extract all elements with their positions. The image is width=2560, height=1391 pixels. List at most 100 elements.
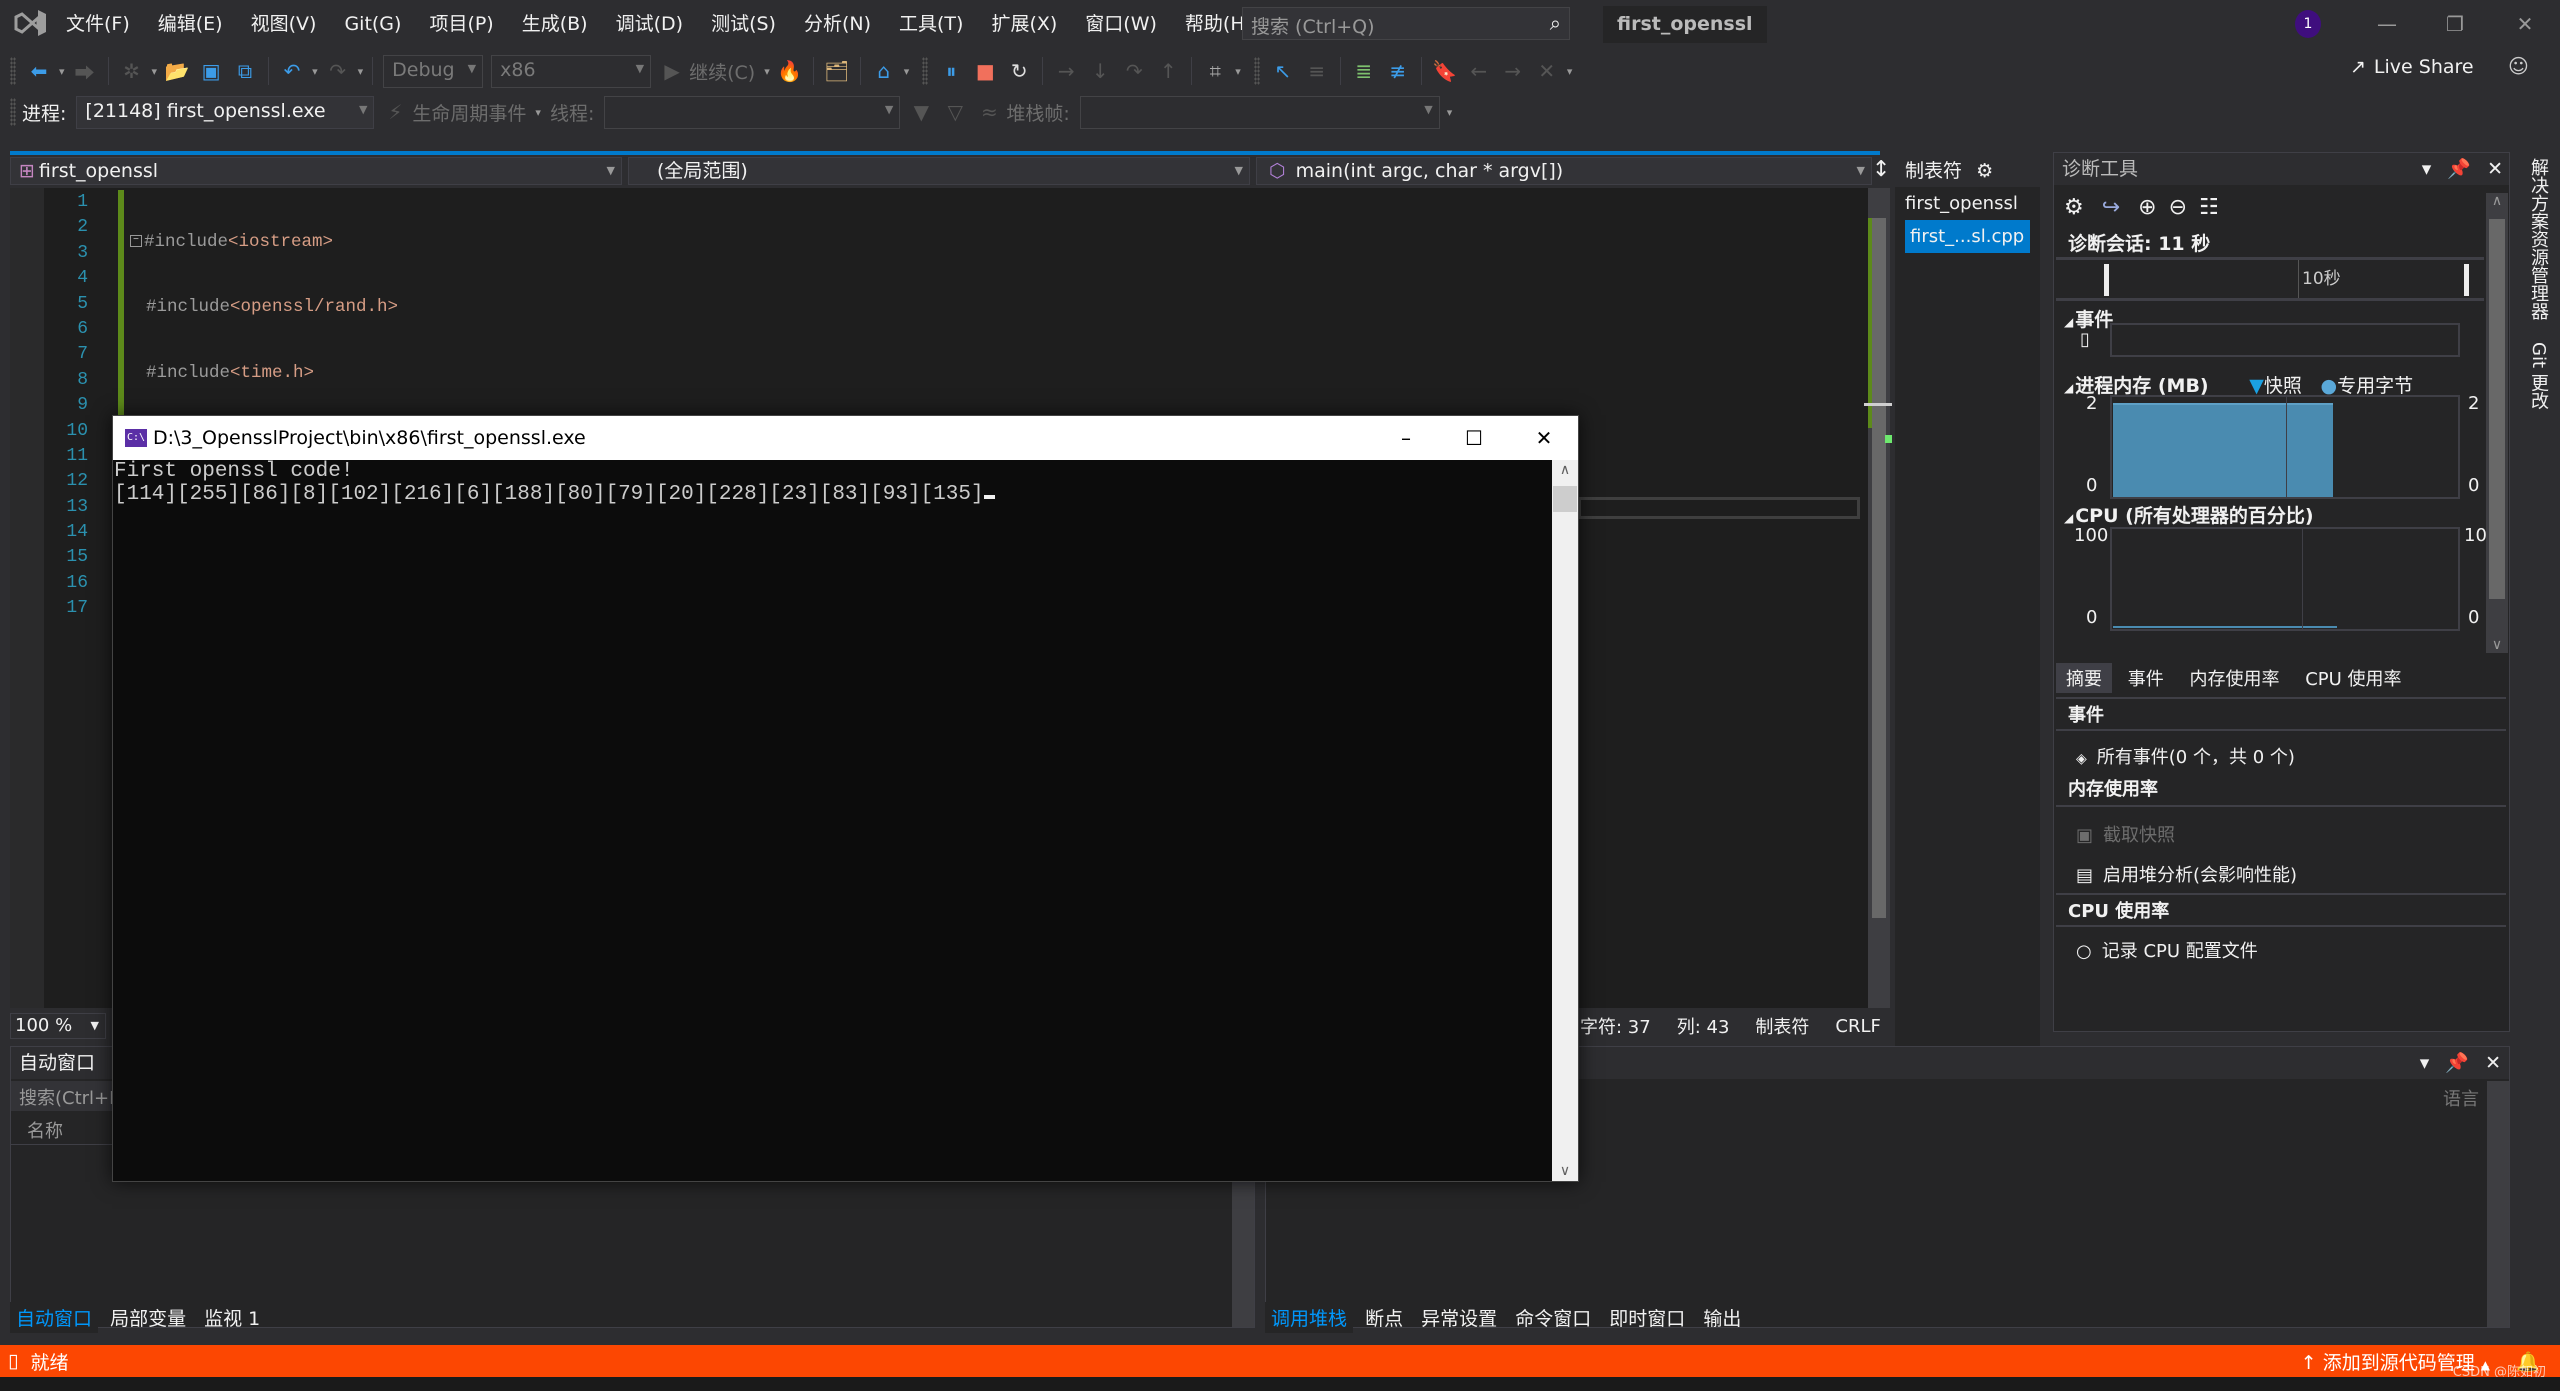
tab-exception-settings[interactable]: 异常设置 bbox=[1415, 1302, 1503, 1333]
tablist-item-file[interactable]: first_...sl.cpp bbox=[1905, 220, 2030, 253]
stack-frame-select[interactable]: ▼ bbox=[1079, 95, 1440, 129]
feedback-icon[interactable]: ☺ bbox=[2508, 54, 2529, 78]
redo-icon[interactable]: ↷ bbox=[323, 56, 353, 86]
restore-button[interactable]: ❐ bbox=[2430, 8, 2480, 40]
tab-memory-usage[interactable]: 内存使用率 bbox=[2179, 663, 2289, 693]
comment-lines-icon[interactable]: ≣ bbox=[1349, 56, 1379, 86]
pin-icon[interactable]: 📌 bbox=[2447, 158, 2471, 180]
zoom-out-icon[interactable]: ⊖ bbox=[2169, 195, 2187, 220]
window-position-icon[interactable]: ▾ bbox=[2422, 158, 2432, 180]
menu-view[interactable]: 视图(V) bbox=[237, 0, 331, 48]
platform-select[interactable]: x86 ▼ bbox=[491, 54, 652, 88]
filter-toggle-icon[interactable]: ▽ bbox=[940, 97, 970, 127]
tab-locals[interactable]: 局部变量 bbox=[104, 1302, 192, 1333]
menu-project[interactable]: 项目(P) bbox=[415, 0, 507, 48]
clear-bookmarks-icon[interactable]: ✕ bbox=[1532, 56, 1562, 86]
menu-file[interactable]: 文件(F) bbox=[52, 0, 144, 48]
console-close-button[interactable]: ✕ bbox=[1510, 416, 1578, 460]
settings-icon[interactable]: ⚙ bbox=[2064, 195, 2084, 220]
all-events-link[interactable]: ◈ 所有事件(0 个，共 0 个) bbox=[2076, 743, 2295, 769]
take-snapshot-button[interactable]: ▣ 截取快照 bbox=[2076, 821, 2175, 847]
console-minimize-button[interactable]: – bbox=[1372, 416, 1440, 460]
lifecycle-events-button[interactable]: 生命周期事件 bbox=[412, 99, 526, 126]
process-select[interactable]: [21148] first_openssl.exe ▼ bbox=[76, 95, 375, 129]
toolbar-grip[interactable] bbox=[10, 98, 16, 126]
undo-icon[interactable]: ↶ bbox=[277, 56, 307, 86]
minimize-button[interactable]: — bbox=[2362, 8, 2412, 40]
member-select[interactable]: ⬡ main(int argc, char * argv[]) ▼ bbox=[1256, 157, 1872, 185]
diagnostic-timeline[interactable]: 10秒 bbox=[2056, 257, 2484, 301]
menu-build[interactable]: 生成(B) bbox=[508, 0, 602, 48]
console-window[interactable]: C:\ D:\3_OpensslProject\bin\x86\first_op… bbox=[112, 415, 1579, 1182]
restart-icon[interactable]: ↻ bbox=[1004, 56, 1034, 86]
tab-immediate-window[interactable]: 即时窗口 bbox=[1603, 1302, 1691, 1333]
scrollbar-thumb[interactable] bbox=[2489, 219, 2505, 599]
toolbar-grip[interactable] bbox=[1253, 57, 1260, 85]
hex-display-icon[interactable]: ⌗ bbox=[1200, 56, 1230, 86]
memory-chart[interactable] bbox=[2110, 395, 2460, 499]
project-select[interactable]: ⊞ first_openssl ▼ bbox=[10, 157, 622, 185]
tab-summary[interactable]: 摘要 bbox=[2056, 663, 2112, 693]
menu-tools[interactable]: 工具(T) bbox=[885, 0, 977, 48]
toolbar-grip[interactable] bbox=[10, 57, 16, 85]
export-icon[interactable]: ↪ bbox=[2102, 195, 2120, 220]
scrollbar-thumb[interactable] bbox=[1872, 218, 1886, 918]
scroll-up-icon[interactable]: ∧ bbox=[2486, 193, 2508, 209]
find-in-files-icon[interactable]: 🗂 bbox=[822, 56, 852, 86]
dropdown-arrow-icon[interactable]: ▾ bbox=[535, 106, 541, 119]
cpu-chart[interactable] bbox=[2110, 527, 2460, 631]
reset-view-icon[interactable]: ☷ bbox=[2199, 195, 2219, 220]
step-out-icon[interactable]: ↑ bbox=[1153, 56, 1183, 86]
indicator-margin[interactable] bbox=[10, 188, 44, 1008]
char-position[interactable]: 字符: 37 bbox=[1580, 1013, 1651, 1039]
flag-threads-icon[interactable]: ≈ bbox=[974, 97, 1004, 127]
break-all-icon[interactable]: ⏸ bbox=[936, 56, 966, 86]
tab-command-window[interactable]: 命令窗口 bbox=[1509, 1302, 1597, 1333]
tab-output[interactable]: 输出 bbox=[1697, 1302, 1747, 1333]
scroll-down-icon[interactable]: ∨ bbox=[2486, 637, 2508, 653]
scroll-down-icon[interactable]: ∨ bbox=[1552, 1163, 1578, 1179]
tab-git-changes[interactable]: Git 更改 bbox=[2515, 336, 2560, 416]
heap-profiling-button[interactable]: ▤ 启用堆分析(会影响性能) bbox=[2076, 861, 2297, 887]
tab-watch-1[interactable]: 监视 1 bbox=[198, 1302, 266, 1333]
timeline-end-handle[interactable] bbox=[2464, 264, 2469, 296]
tab-cpu-usage[interactable]: CPU 使用率 bbox=[2295, 663, 2411, 693]
cpu-section-title[interactable]: ◢ CPU (所有处理器的百分比) bbox=[2064, 501, 2314, 528]
step-over-icon[interactable]: ↷ bbox=[1119, 56, 1149, 86]
uncomment-lines-icon[interactable]: ≢ bbox=[1383, 56, 1413, 86]
console-title-bar[interactable]: C:\ D:\3_OpensslProject\bin\x86\first_op… bbox=[113, 416, 1578, 460]
tab-events[interactable]: 事件 bbox=[2118, 663, 2174, 693]
open-file-icon[interactable]: 📂 bbox=[162, 56, 192, 86]
stop-debugging-icon[interactable]: ■ bbox=[970, 56, 1000, 86]
console-vertical-scrollbar[interactable]: ∧ ∨ bbox=[1552, 460, 1578, 1181]
dropdown-arrow-icon[interactable]: ▾ bbox=[1567, 65, 1573, 78]
console-maximize-button[interactable]: ☐ bbox=[1440, 416, 1508, 460]
dropdown-arrow-icon[interactable]: ▾ bbox=[764, 65, 770, 78]
menu-window[interactable]: 窗口(W) bbox=[1071, 0, 1171, 48]
pause-events-icon[interactable]: ▯ bbox=[2080, 329, 2090, 350]
dropdown-arrow-icon[interactable]: ▾ bbox=[59, 65, 65, 78]
save-icon[interactable]: ▣ bbox=[196, 56, 226, 86]
tab-call-stack[interactable]: 调用堆栈 bbox=[1265, 1302, 1354, 1333]
indent-mode[interactable]: 制表符 bbox=[1755, 1013, 1809, 1039]
menu-debug[interactable]: 调试(D) bbox=[602, 0, 697, 48]
show-next-statement-icon[interactable]: → bbox=[1051, 56, 1081, 86]
scroll-up-icon[interactable]: ∧ bbox=[1552, 462, 1578, 478]
close-icon[interactable]: ✕ bbox=[2485, 1052, 2501, 1074]
zoom-in-icon[interactable]: ⊕ bbox=[2138, 195, 2156, 220]
filter-icon[interactable]: ▼ bbox=[906, 97, 936, 127]
window-position-icon[interactable]: ▾ bbox=[2420, 1052, 2430, 1074]
events-section-title[interactable]: ◢ 事件 bbox=[2064, 305, 2113, 332]
dropdown-arrow-icon[interactable]: ▾ bbox=[152, 65, 158, 78]
menu-test[interactable]: 测试(S) bbox=[697, 0, 790, 48]
search-input[interactable]: 搜索 (Ctrl+Q) ⌕ bbox=[1242, 7, 1570, 40]
dropdown-arrow-icon[interactable]: ▾ bbox=[1235, 65, 1241, 78]
tablist-item-project[interactable]: first_openssl bbox=[1895, 187, 2040, 220]
tab-autos[interactable]: 自动窗口 bbox=[10, 1302, 99, 1333]
next-bookmark-icon[interactable]: → bbox=[1498, 56, 1528, 86]
toolbar-overflow-icon[interactable]: ▾ bbox=[1447, 106, 1453, 119]
application-insights-icon[interactable]: ⌂ bbox=[869, 56, 899, 86]
split-editor-icon[interactable]: ↕ bbox=[1872, 157, 1890, 182]
navigate-forward-icon[interactable]: ⮕ bbox=[70, 56, 100, 86]
notification-badge[interactable]: 1 bbox=[2295, 10, 2321, 38]
